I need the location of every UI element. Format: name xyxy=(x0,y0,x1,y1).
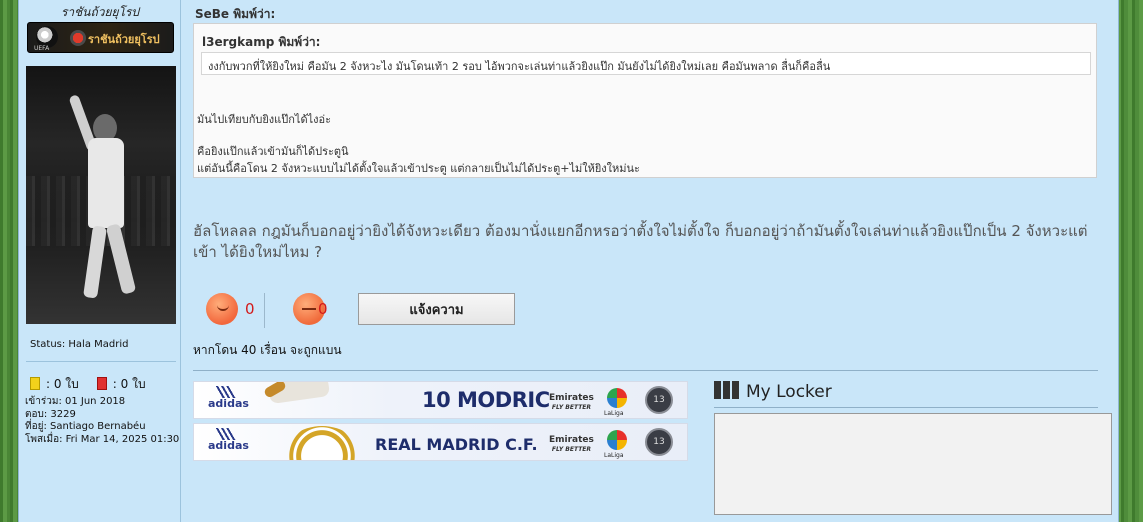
yellow-card-count: : 0 ใบ xyxy=(46,377,79,391)
sponsor-name: Emirates xyxy=(549,393,594,403)
background-grass-right xyxy=(1117,0,1143,522)
post-time: โพสเมื่อ: Fri Mar 14, 2025 01:30 xyxy=(25,433,180,445)
club-title: ราชันถ้วยยุโรป xyxy=(60,5,140,19)
report-button[interactable]: แจ้งความ xyxy=(358,293,515,325)
sponsor-name: Emirates xyxy=(549,435,594,445)
signature-banner-modric[interactable]: adidas 10 MODRIC Emirates FLY BETTER LaLi… xyxy=(193,381,688,419)
sponsor-sub: FLY BETTER xyxy=(551,446,592,453)
post-body: ฮัลโหลลล กฎมันก็บอกอยู่ว่ายิงได้จังหวะเด… xyxy=(193,222,1088,261)
dislike-count: 0 xyxy=(318,300,328,318)
user-location: ที่อยู่: Santiago Bernabéu xyxy=(25,421,146,432)
player-name: 10 MODRIC xyxy=(422,388,550,412)
ucl-13-icon: 13 xyxy=(645,386,673,414)
like-count: 0 xyxy=(245,300,255,318)
locker-box xyxy=(714,413,1112,515)
signature-divider xyxy=(193,370,1098,371)
sponsor-label: Emirates FLY BETTER xyxy=(549,394,594,412)
laliga-icon xyxy=(607,430,627,450)
locker-icon xyxy=(714,381,740,399)
outer-quote: l3ergkamp พิมพ์ว่า: งงกับพวกที่ให้ยิงใหม… xyxy=(193,23,1097,178)
locker-title-text: My Locker xyxy=(746,382,832,402)
avatar[interactable] xyxy=(26,66,176,324)
adidas-label: adidas xyxy=(208,397,249,410)
inner-quote: งงกับพวกที่ให้ยิงใหม่ คือมัน 2 จังหวะไง … xyxy=(201,52,1091,75)
red-card-icon xyxy=(96,377,107,390)
club-badge-icon xyxy=(70,30,86,46)
locker-divider xyxy=(714,407,1098,408)
ucl-label: UEFA xyxy=(34,45,50,52)
locker-title: My Locker xyxy=(714,381,832,402)
join-date: เข้าร่วม: 01 Jun 2018 xyxy=(25,396,126,407)
laliga-label: LaLiga xyxy=(604,410,624,417)
card-counts: : 0 ใบ : 0 ใบ xyxy=(30,375,146,394)
post-count: ตอบ: 3229 xyxy=(25,408,76,420)
sponsor-label: Emirates FLY BETTER xyxy=(549,436,594,454)
quote-line: มันไปเทียบกับยิงแป๊กได้ไงอ่ะ xyxy=(197,113,332,126)
real-madrid-crest-icon xyxy=(283,426,361,460)
signature-banner-club[interactable]: adidas REAL MADRID C.F. Emirates FLY BETT… xyxy=(193,423,688,461)
reaction-divider xyxy=(264,293,265,328)
ban-warning: หากโดน 40 เรื่อน จะถูกแบน xyxy=(193,343,342,357)
avatar-body xyxy=(88,138,124,228)
post-content: SeBe พิมพ์ว่า: l3ergkamp พิมพ์ว่า: งงกับ… xyxy=(182,0,1120,522)
quote-line: แต่อันนี้คือโดน 2 จังหวะแบบไม่ได้ตั้งใจแ… xyxy=(197,162,640,175)
sponsor-sub: FLY BETTER xyxy=(551,404,592,411)
yellow-card-icon xyxy=(30,377,40,390)
ucl-13-icon: 13 xyxy=(645,428,673,456)
background-grass-left xyxy=(0,0,20,522)
club-banner[interactable]: UEFA ราชันถ้วยยุโรป xyxy=(27,22,174,53)
outer-quote-author: SeBe พิมพ์ว่า: xyxy=(195,7,276,21)
quote-line: คือยิงแป๊กแล้วเข้ามันก็ได้ประตูนิ xyxy=(197,145,349,158)
forum-post-frame: ราชันถ้วยยุโรป UEFA ราชันถ้วยยุโรป Statu… xyxy=(18,0,1119,522)
club-name: REAL MADRID C.F. xyxy=(375,435,538,454)
divider xyxy=(26,361,176,362)
inner-quote-author: l3ergkamp พิมพ์ว่า: xyxy=(202,35,321,49)
user-info: เข้าร่วม: 01 Jun 2018 ตอบ: 3229 ที่อยู่:… xyxy=(25,396,179,446)
red-card-count: : 0 ใบ xyxy=(112,377,146,391)
laliga-icon xyxy=(607,388,627,408)
laliga-label: LaLiga xyxy=(604,452,624,459)
author-sidebar: ราชันถ้วยยุโรป UEFA ราชันถ้วยยุโรป Statu… xyxy=(19,0,181,522)
like-face-icon[interactable] xyxy=(206,293,238,325)
adidas-label: adidas xyxy=(208,439,249,452)
banner-text: ราชันถ้วยยุโรป xyxy=(88,33,160,46)
user-status: Status: Hala Madrid xyxy=(30,339,129,350)
